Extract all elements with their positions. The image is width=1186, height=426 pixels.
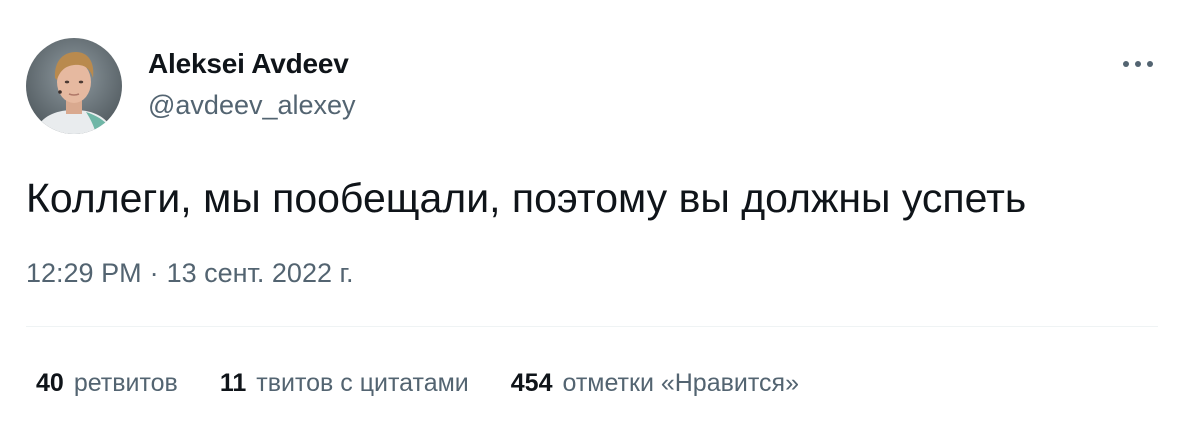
likes-stat[interactable]: 454 отметки «Нравится» [511,369,799,398]
likes-count: 454 [510,368,553,397]
quote-tweets-count: 11 [219,368,247,397]
retweets-count: 40 [36,368,64,397]
tweet-time[interactable]: 12:29 PM [26,258,142,288]
quote-tweets-label: твитов с цитатами [256,368,469,397]
quote-tweets-stat[interactable]: 11 твитов с цитатами [220,369,469,398]
author-display-name[interactable]: Aleksei Avdeev [148,48,349,80]
tweet-date[interactable]: 13 сент. 2022 г. [167,258,354,288]
tweet-stats: 40 ретвитов 11 твитов с цитатами 454 отм… [36,365,841,401]
profile-photo-icon [26,38,122,134]
retweets-label: ретвитов [73,368,178,397]
tweet-timestamp[interactable]: 12:29 PM · 13 сент. 2022 г. [26,258,354,289]
avatar[interactable] [26,38,122,134]
author-handle[interactable]: @avdeev_alexey [148,90,356,121]
likes-label: отметки «Нравится» [562,368,799,397]
more-dots-icon [1123,61,1153,67]
retweets-stat[interactable]: 40 ретвитов [36,369,178,398]
divider [26,326,1158,327]
timestamp-separator: · [149,258,159,288]
more-options-button[interactable] [1118,50,1158,78]
tweet-text: Коллеги, мы пообещали, поэтому вы должны… [26,175,1027,221]
